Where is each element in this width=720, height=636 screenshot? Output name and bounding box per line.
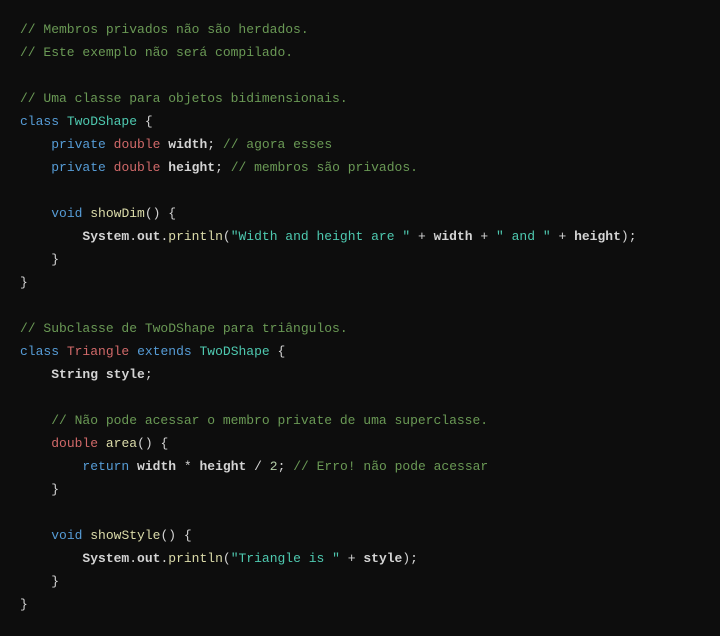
keyword: return [82,459,129,474]
brace-open: { [168,206,176,221]
comment-line: // Subclasse de TwoDShape para triângulo… [20,321,348,336]
keyword: class [20,114,59,129]
keyword: void [51,206,82,221]
type-name: String [51,367,98,382]
paren-open: ( [223,551,231,566]
keyword: extends [137,344,192,359]
class-name: TwoDShape [67,114,137,129]
keyword: void [51,528,82,543]
semicolon: ; [207,137,215,152]
keyword: private [51,160,106,175]
class-name: TwoDShape [199,344,269,359]
operator: + [558,229,566,244]
paren-close: ) [168,528,176,543]
comment-line: // Este exemplo não será compilado. [20,45,293,60]
semicolon: ; [145,367,153,382]
type-keyword: double [114,160,161,175]
identifier: width [168,137,207,152]
method-name: showStyle [90,528,160,543]
identifier: height [574,229,621,244]
method-name: println [168,551,223,566]
identifier: style [106,367,145,382]
semicolon: ; [629,229,637,244]
operator: + [418,229,426,244]
identifier: System [82,229,129,244]
type-keyword: double [114,137,161,152]
brace-open: { [278,344,286,359]
identifier: width [137,459,176,474]
operator: * [184,459,192,474]
brace-close: } [51,574,59,589]
method-name: area [106,436,137,451]
dot: . [129,229,137,244]
identifier: height [168,160,215,175]
keyword: class [20,344,59,359]
identifier: width [434,229,473,244]
comment-line: // Uma classe para objetos bidimensionai… [20,91,348,106]
string-literal: " and " [496,229,551,244]
paren-close: ) [145,436,153,451]
semicolon: ; [410,551,418,566]
number-literal: 2 [270,459,278,474]
paren-open: ( [223,229,231,244]
brace-close: } [20,275,28,290]
identifier: style [363,551,402,566]
type-keyword: double [51,436,98,451]
paren-close: ) [402,551,410,566]
semicolon: ; [278,459,286,474]
paren-close: ) [621,229,629,244]
paren-close: ) [153,206,161,221]
comment-inline: // Erro! não pode acessar [293,459,488,474]
operator: + [480,229,488,244]
identifier: out [137,229,160,244]
identifier: System [82,551,129,566]
method-name: println [168,229,223,244]
comment-line: // Não pode acessar o membro private de … [51,413,488,428]
comment-inline: // agora esses [223,137,332,152]
method-name: showDim [90,206,145,221]
comment-inline: // membros são privados. [231,160,418,175]
brace-close: } [20,597,28,612]
code-block: // Membros privados não são herdados. //… [20,18,700,616]
brace-close: } [51,482,59,497]
semicolon: ; [215,160,223,175]
brace-open: { [161,436,169,451]
class-name: Triangle [67,344,129,359]
identifier: height [200,459,247,474]
comment-line: // Membros privados não são herdados. [20,22,309,37]
brace-open: { [145,114,153,129]
paren-open: ( [137,436,145,451]
string-literal: "Triangle is " [231,551,340,566]
paren-open: ( [145,206,153,221]
identifier: out [137,551,160,566]
string-literal: "Width and height are " [231,229,410,244]
operator: + [348,551,356,566]
keyword: private [51,137,106,152]
brace-close: } [51,252,59,267]
operator: / [254,459,262,474]
dot: . [129,551,137,566]
brace-open: { [184,528,192,543]
